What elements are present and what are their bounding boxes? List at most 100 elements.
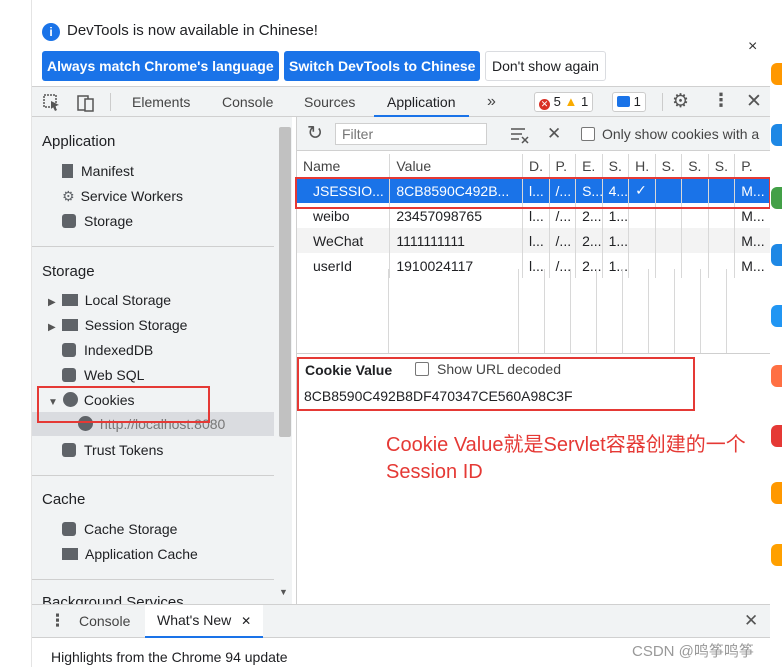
refresh-icon[interactable]: ↻ <box>307 122 323 145</box>
page-left-margin <box>0 0 32 667</box>
tab-console[interactable]: Console <box>222 87 273 117</box>
drawer-menu-icon[interactable]: ⋮ <box>49 611 66 631</box>
section-application-heading: Application <box>42 133 116 150</box>
side-app-icon[interactable] <box>771 482 782 504</box>
drawer-tabbar: ⋮ Console What's New ✕ ✕ <box>32 605 770 638</box>
sidebar-item-local-storage[interactable]: ▶ Local Storage <box>48 292 171 308</box>
sidebar-item-storage[interactable]: Storage <box>62 213 133 229</box>
delete-selected-icon[interactable]: ✕ <box>547 124 561 144</box>
sidebar-item-indexeddb[interactable]: IndexedDB <box>62 342 153 358</box>
issues-badge[interactable]: ✕ 5 ▲ 1 <box>534 92 594 112</box>
sidebar-item-application-cache[interactable]: Application Cache <box>62 546 198 562</box>
sidebar-divider <box>32 246 274 247</box>
devtools-tabbar: Elements Console Sources Application » ✕… <box>32 86 770 117</box>
annotation-line: Session ID <box>386 461 483 483</box>
sidebar-item-service-workers[interactable]: ⚙ Service Workers <box>62 188 183 205</box>
close-devtools-icon[interactable]: ✕ <box>746 90 762 113</box>
tab-application[interactable]: Application <box>374 87 469 117</box>
side-app-icon[interactable] <box>771 544 782 566</box>
side-app-icon[interactable] <box>771 244 782 266</box>
watermark: CSDN @鸣筝鸣筝 <box>632 643 754 660</box>
column-header[interactable]: H. <box>628 154 656 179</box>
cookie-value-highlight-box <box>297 357 695 411</box>
sidebar-item-session-storage[interactable]: ▶ Session Storage <box>48 317 187 333</box>
database-icon <box>62 343 76 357</box>
sidebar-item-manifest[interactable]: Manifest <box>62 163 134 179</box>
dont-show-again-button[interactable]: Don't show again <box>485 51 606 81</box>
sidebar-divider <box>32 579 274 580</box>
database-icon <box>62 214 76 228</box>
column-header[interactable]: P. <box>734 154 771 179</box>
drawer-tab-console[interactable]: Console <box>79 613 130 629</box>
table-cell: 1910024117 <box>389 253 524 278</box>
database-icon <box>62 522 76 536</box>
side-app-icon[interactable] <box>771 365 782 387</box>
sidebar-item-cache-storage[interactable]: Cache Storage <box>62 521 177 537</box>
table-cell <box>681 228 709 253</box>
sidebar-item-trust-tokens[interactable]: Trust Tokens <box>62 442 163 458</box>
table-cell <box>655 253 683 278</box>
tab-elements[interactable]: Elements <box>132 87 190 117</box>
device-toolbar-icon[interactable] <box>76 93 96 113</box>
side-app-icon[interactable] <box>771 63 782 85</box>
settings-gear-icon[interactable]: ⚙ <box>672 90 689 113</box>
sidebar-item-label: Trust Tokens <box>84 442 164 458</box>
table-cell: 1111111111 <box>389 228 524 253</box>
column-divider <box>700 269 701 353</box>
table-cell: l... <box>522 253 550 278</box>
file-icon <box>62 164 73 178</box>
column-divider <box>518 269 519 353</box>
table-cell: 1... <box>602 228 630 253</box>
column-header[interactable]: E. <box>575 154 603 179</box>
column-header[interactable]: S. <box>655 154 683 179</box>
annotation-line: Cookie Value就是Servlet容器创建的一个 <box>386 434 746 456</box>
column-header[interactable]: S. <box>602 154 630 179</box>
language-infobar: i DevTools is now available in Chinese! … <box>32 12 770 86</box>
filter-input[interactable] <box>335 123 487 145</box>
column-header[interactable]: D. <box>522 154 550 179</box>
messages-badge[interactable]: 1 <box>612 92 646 112</box>
column-header[interactable]: Name <box>297 154 391 179</box>
sidebar-item-label: Service Workers <box>80 188 183 204</box>
column-header[interactable]: P. <box>549 154 577 179</box>
section-background-services-heading: Background Services <box>42 594 184 604</box>
close-drawer-icon[interactable]: ✕ <box>744 611 758 631</box>
table-cell: userId <box>297 253 391 278</box>
sidebar-item-label: Session Storage <box>84 317 188 333</box>
column-header[interactable]: S. <box>681 154 709 179</box>
table-row[interactable]: WeChat 1111111111 l... /... 2... 1... M.… <box>297 228 771 253</box>
sidebar-item-label: Storage <box>84 213 134 229</box>
tabbar-divider <box>662 93 663 111</box>
only-issues-checkbox[interactable] <box>581 127 595 141</box>
column-header[interactable]: S. <box>708 154 736 179</box>
sidebar-scrollbar-thumb[interactable] <box>279 127 291 437</box>
switch-to-chinese-button[interactable]: Switch DevTools to Chinese <box>284 51 481 81</box>
info-icon: i <box>42 23 60 41</box>
more-options-icon[interactable]: ⋮ <box>712 90 730 111</box>
table-cell: /... <box>549 253 577 278</box>
sidebar-item-web-sql[interactable]: Web SQL <box>62 367 144 383</box>
column-divider <box>622 269 623 353</box>
column-divider <box>388 269 389 353</box>
infobar-close-icon[interactable]: × <box>748 38 757 56</box>
clear-all-icon[interactable] <box>510 126 530 144</box>
close-tab-icon[interactable]: ✕ <box>241 614 251 628</box>
always-match-language-button[interactable]: Always match Chrome's language <box>42 51 279 81</box>
tab-sources[interactable]: Sources <box>304 87 355 117</box>
grid-icon <box>62 548 78 560</box>
side-app-icon[interactable] <box>771 187 782 209</box>
side-app-icon[interactable] <box>771 425 782 447</box>
sidebar-divider <box>32 475 274 476</box>
side-app-icon[interactable] <box>771 305 782 327</box>
inspect-element-icon[interactable] <box>42 93 62 113</box>
scroll-down-arrow-icon[interactable]: ▼ <box>279 587 288 597</box>
side-app-icon[interactable] <box>771 124 782 146</box>
expand-arrow-icon: ▶ <box>48 322 56 333</box>
gear-icon: ⚙ <box>62 188 75 204</box>
table-cell: 1... <box>602 253 630 278</box>
sidebar-item-label: Cache Storage <box>84 521 178 537</box>
column-divider <box>544 269 545 353</box>
drawer-tab-whats-new[interactable]: What's New ✕ <box>145 605 264 638</box>
more-tabs-icon[interactable]: » <box>487 87 496 117</box>
column-header[interactable]: Value <box>389 154 524 179</box>
